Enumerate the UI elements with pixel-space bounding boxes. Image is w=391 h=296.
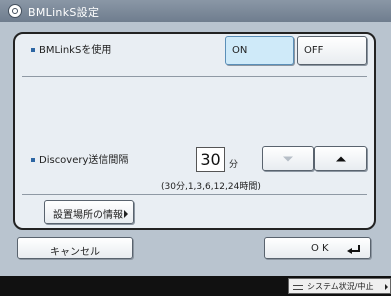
interval-options-hint: (30分,1,3,6,12,24時間) <box>161 182 261 192</box>
window-title: BMLinkS設定 <box>28 6 100 19</box>
on-label: ON <box>232 45 248 56</box>
bmlinks-on-button[interactable]: ON <box>225 36 294 65</box>
location-info-button[interactable]: 設置場所の情報 <box>44 200 134 224</box>
settings-screen: BMLinkS設定 BMLinkSを使用 ON OFF Discovery送信間… <box>0 0 391 276</box>
increase-button[interactable] <box>314 146 367 171</box>
return-icon <box>347 245 360 254</box>
system-status-label: システム状況/中止 <box>307 282 374 291</box>
system-status-button[interactable]: システム状況/中止 <box>288 278 391 294</box>
corner-arrow-icon <box>124 210 128 218</box>
status-icon <box>293 285 303 290</box>
bmlinks-use-label: BMLinkSを使用 <box>31 41 111 56</box>
status-bar: システム状況/中止 <box>0 276 391 296</box>
location-info-label: 設置場所の情報 <box>53 210 123 221</box>
divider <box>22 76 367 77</box>
decrease-button[interactable] <box>262 146 314 171</box>
corner-arrow-icon <box>385 284 388 290</box>
divider <box>22 194 367 195</box>
up-arrow-icon <box>335 156 346 161</box>
discovery-interval-value: 30 <box>196 147 225 172</box>
ok-label: O K <box>311 243 329 254</box>
title-bar: BMLinkS設定 <box>0 0 391 22</box>
off-label: OFF <box>304 45 324 56</box>
bullet-icon <box>31 48 35 52</box>
ok-button[interactable]: O K <box>264 237 371 259</box>
cancel-label: キャンセル <box>50 247 100 258</box>
bmlinks-use-text: BMLinkSを使用 <box>39 45 112 56</box>
settings-icon <box>8 4 22 18</box>
discovery-interval-unit: 分 <box>229 160 239 170</box>
bmlinks-off-button[interactable]: OFF <box>297 36 367 65</box>
down-arrow-icon <box>283 156 293 161</box>
cancel-button[interactable]: キャンセル <box>17 237 133 259</box>
discovery-interval-text: Discovery送信間隔 <box>39 155 129 166</box>
bullet-icon <box>31 158 35 162</box>
discovery-interval-label: Discovery送信間隔 <box>31 151 128 166</box>
